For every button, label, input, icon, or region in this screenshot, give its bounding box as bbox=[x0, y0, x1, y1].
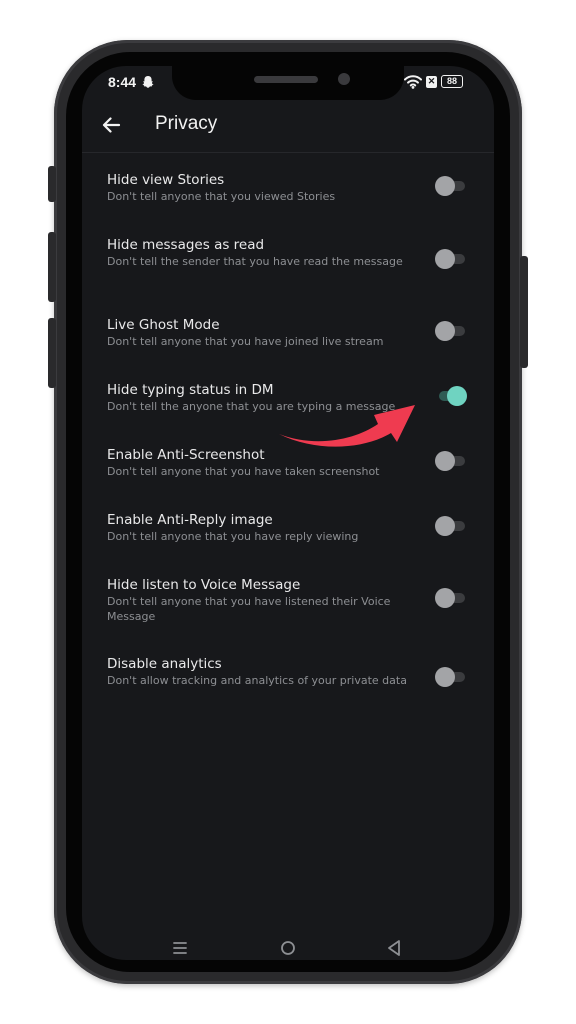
setting-title: Enable Anti-Reply image bbox=[107, 512, 273, 528]
setting-row-disable-analytics[interactable]: Disable analytics Don't allow tracking a… bbox=[82, 656, 494, 712]
volume-up-button bbox=[48, 232, 56, 302]
toggle-switch[interactable] bbox=[435, 516, 467, 536]
front-camera bbox=[338, 73, 350, 85]
toggle-knob bbox=[435, 588, 455, 608]
toggle-switch[interactable] bbox=[435, 667, 467, 687]
setting-description: Don't tell anyone that you have joined l… bbox=[107, 335, 384, 348]
status-icons: ✕ 88 bbox=[404, 74, 463, 89]
battery-indicator: 88 bbox=[441, 75, 463, 88]
toggle-switch[interactable] bbox=[435, 249, 467, 269]
power-button bbox=[520, 256, 528, 368]
setting-row-anti-screenshot[interactable]: Enable Anti-Screenshot Don't tell anyone… bbox=[82, 447, 494, 503]
toggle-switch[interactable] bbox=[435, 386, 467, 406]
status-time: 8:44 bbox=[108, 74, 137, 90]
annotation-arrow-icon bbox=[279, 405, 415, 447]
toggle-switch[interactable] bbox=[435, 451, 467, 471]
toggle-switch[interactable] bbox=[435, 176, 467, 196]
setting-row-hide-messages-as-read[interactable]: Hide messages as read Don't tell the sen… bbox=[82, 237, 494, 293]
setting-description: Don't tell the sender that you have read… bbox=[107, 255, 403, 268]
setting-description: Don't tell anyone that you viewed Storie… bbox=[107, 190, 336, 203]
arrow-left-icon[interactable] bbox=[100, 114, 122, 136]
side-button bbox=[48, 166, 56, 202]
setting-description: Don't tell anyone that you have reply vi… bbox=[107, 530, 359, 543]
toggle-knob bbox=[435, 249, 455, 269]
speaker-grille bbox=[254, 76, 318, 83]
setting-row-hide-listen-voice-message[interactable]: Hide listen to Voice Message Don't tell … bbox=[82, 577, 494, 633]
setting-title: Hide messages as read bbox=[107, 237, 265, 253]
setting-title: Hide listen to Voice Message bbox=[107, 577, 301, 593]
toggle-knob bbox=[435, 321, 455, 341]
setting-row-live-ghost-mode[interactable]: Live Ghost Mode Don't tell anyone that y… bbox=[82, 317, 494, 373]
toggle-knob bbox=[435, 516, 455, 536]
setting-description: Don't allow tracking and analytics of yo… bbox=[107, 674, 407, 687]
home-circle-icon[interactable] bbox=[280, 940, 296, 956]
toggle-switch[interactable] bbox=[435, 321, 467, 341]
toggle-knob bbox=[435, 451, 455, 471]
setting-row-hide-view-stories[interactable]: Hide view Stories Don't tell anyone that… bbox=[82, 172, 494, 228]
setting-title: Live Ghost Mode bbox=[107, 317, 220, 333]
toggle-knob bbox=[435, 667, 455, 687]
camera-notch bbox=[172, 66, 404, 100]
toggle-switch[interactable] bbox=[435, 588, 467, 608]
snapchat-ghost-icon bbox=[142, 76, 154, 88]
setting-description: Don't tell anyone that you have listened… bbox=[107, 595, 391, 623]
back-triangle-icon[interactable] bbox=[386, 939, 402, 957]
setting-title: Enable Anti-Screenshot bbox=[107, 447, 265, 463]
setting-title: Hide view Stories bbox=[107, 172, 225, 188]
setting-row-anti-reply-image[interactable]: Enable Anti-Reply image Don't tell anyon… bbox=[82, 512, 494, 568]
volume-down-button bbox=[48, 318, 56, 388]
x-notification-icon: ✕ bbox=[426, 75, 437, 88]
page-title: Privacy bbox=[155, 113, 218, 134]
setting-description: Don't tell anyone that you have taken sc… bbox=[107, 465, 380, 478]
setting-title: Disable analytics bbox=[107, 656, 222, 672]
toggle-knob bbox=[435, 176, 455, 196]
toggle-knob bbox=[447, 386, 467, 406]
header-divider bbox=[82, 152, 494, 153]
menu-icon[interactable] bbox=[172, 940, 188, 956]
setting-title: Hide typing status in DM bbox=[107, 382, 274, 398]
wifi-icon bbox=[404, 75, 422, 89]
